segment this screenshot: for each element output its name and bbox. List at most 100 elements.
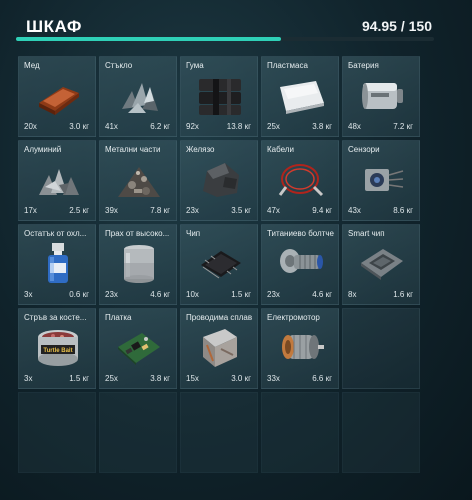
empty-slot[interactable]: [261, 392, 339, 473]
inventory-slot[interactable]: Платка 25x 3.8 кг: [99, 308, 177, 389]
item-weight: 3.8 кг: [312, 122, 332, 131]
item-quantity: 43x: [348, 206, 361, 215]
item-name: Стъкло: [105, 61, 133, 70]
inventory-slot[interactable]: Алуминий 17x 2.5 кг: [18, 140, 96, 221]
item-name: Желязо: [186, 145, 215, 154]
powder-jar-icon: [114, 241, 164, 285]
inventory-slot[interactable]: Мед 20x 3.0 кг: [18, 56, 96, 137]
item-quantity: 10x: [186, 290, 199, 299]
plastic-sheet-icon: [276, 73, 326, 117]
item-weight: 4.6 кг: [312, 290, 332, 299]
weight-capacity: 94.95 / 150: [361, 18, 432, 34]
item-name: Гума: [186, 61, 204, 70]
item-quantity: 15x: [186, 374, 199, 383]
empty-slot[interactable]: [99, 392, 177, 473]
inventory-slot[interactable]: Сензори 43x 8.6 кг: [342, 140, 420, 221]
item-quantity: 47x: [267, 206, 280, 215]
item-quantity: 3x: [24, 290, 33, 299]
inventory-slot[interactable]: Smart чип 8x 1.6 кг: [342, 224, 420, 305]
item-quantity: 3x: [24, 374, 33, 383]
copper-ingot-icon: [33, 73, 83, 117]
item-name: Пластмаса: [267, 61, 308, 70]
inventory-slot[interactable]: Стръв за косте... Turtle Bait 3x 1.5 кг: [18, 308, 96, 389]
item-weight: 8.6 кг: [393, 206, 413, 215]
item-weight: 3.8 кг: [150, 374, 170, 383]
item-quantity: 23x: [186, 206, 199, 215]
battery-icon: [357, 73, 407, 117]
item-quantity: 23x: [267, 290, 280, 299]
item-name: Стръв за косте...: [24, 313, 87, 322]
item-quantity: 17x: [24, 206, 37, 215]
item-weight: 6.2 кг: [150, 122, 170, 131]
rubber-blocks-icon: [195, 73, 245, 117]
item-weight: 1.5 кг: [69, 374, 89, 383]
item-name: Алуминий: [24, 145, 62, 154]
item-quantity: 48x: [348, 122, 361, 131]
item-weight: 4.6 кг: [150, 290, 170, 299]
item-quantity: 8x: [348, 290, 357, 299]
item-quantity: 41x: [105, 122, 118, 131]
item-name: Остатък от охл...: [24, 229, 87, 238]
item-quantity: 92x: [186, 122, 199, 131]
capacity-bar: [16, 37, 434, 41]
inventory-slot[interactable]: Пластмаса 25x 3.8 кг: [261, 56, 339, 137]
item-name: Кабели: [267, 145, 294, 154]
item-quantity: 23x: [105, 290, 118, 299]
inventory-slot[interactable]: Проводима сплав 15x 3.0 кг: [180, 308, 258, 389]
inventory-slot[interactable]: Чип 10x 1.5 кг: [180, 224, 258, 305]
cables-icon: [276, 157, 326, 201]
item-weight: 6.6 кг: [312, 374, 332, 383]
item-quantity: 25x: [105, 374, 118, 383]
empty-slot[interactable]: [342, 392, 420, 473]
metal-parts-icon: [114, 157, 164, 201]
item-quantity: 20x: [24, 122, 37, 131]
inventory-slot[interactable]: Титаниево болтче 23x 4.6 кг: [261, 224, 339, 305]
titanium-bolt-icon: [276, 241, 326, 285]
storage-title: ШКАФ: [26, 17, 82, 36]
item-name: Прах от высоко...: [105, 229, 170, 238]
empty-slot[interactable]: [18, 392, 96, 473]
inventory-slot[interactable]: Прах от высоко... 23x 4.6 кг: [99, 224, 177, 305]
inventory-slot[interactable]: Електромотор 33x 6.6 кг: [261, 308, 339, 389]
aluminium-scrap-icon: [33, 157, 83, 201]
item-name: Мед: [24, 61, 40, 70]
capacity-bar-fill: [16, 37, 281, 41]
inventory-slot[interactable]: Стъкло 41x 6.2 кг: [99, 56, 177, 137]
bait-can-icon: Turtle Bait: [33, 325, 83, 369]
glass-shards-icon: [114, 73, 164, 117]
inventory-header: ШКАФ 94.95 / 150: [16, 14, 456, 44]
item-weight: 1.6 кг: [393, 290, 413, 299]
item-name: Smart чип: [348, 229, 385, 238]
inventory-grid: Мед 20x 3.0 кг Стъкло 41x 6.2 кг Гума 92…: [18, 56, 420, 473]
inventory-slot[interactable]: Остатък от охл... 3x 0.6 кг: [18, 224, 96, 305]
inventory-slot[interactable]: Кабели 47x 9.4 кг: [261, 140, 339, 221]
inventory-slot[interactable]: Желязо 23x 3.5 кг: [180, 140, 258, 221]
item-weight: 13.8 кг: [226, 122, 251, 131]
inventory-slot[interactable]: Гума 92x 13.8 кг: [180, 56, 258, 137]
item-name: Електромотор: [267, 313, 320, 322]
iron-ore-icon: [195, 157, 245, 201]
item-weight: 7.8 кг: [150, 206, 170, 215]
item-weight: 0.6 кг: [69, 290, 89, 299]
item-name: Метални части: [105, 145, 161, 154]
item-name: Сензори: [348, 145, 380, 154]
conductive-alloy-icon: [195, 325, 245, 369]
electric-motor-icon: [276, 325, 326, 369]
inventory-slot[interactable]: Метални части 39x 7.8 кг: [99, 140, 177, 221]
item-weight: 1.5 кг: [231, 290, 251, 299]
item-quantity: 33x: [267, 374, 280, 383]
empty-slot[interactable]: [342, 308, 420, 389]
sensor-icon: [357, 157, 407, 201]
inventory-slot[interactable]: Батерия 48x 7.2 кг: [342, 56, 420, 137]
coolant-vial-icon: [33, 241, 83, 285]
empty-slot[interactable]: [180, 392, 258, 473]
item-name: Чип: [186, 229, 201, 238]
item-name: Титаниево болтче: [267, 229, 334, 238]
item-weight: 2.5 кг: [69, 206, 89, 215]
item-name: Проводима сплав: [186, 313, 253, 322]
item-quantity: 25x: [267, 122, 280, 131]
item-weight: 9.4 кг: [312, 206, 332, 215]
item-name: Платка: [105, 313, 132, 322]
circuit-board-icon: [114, 325, 164, 369]
bait-can-label: Turtle Bait: [43, 348, 72, 354]
